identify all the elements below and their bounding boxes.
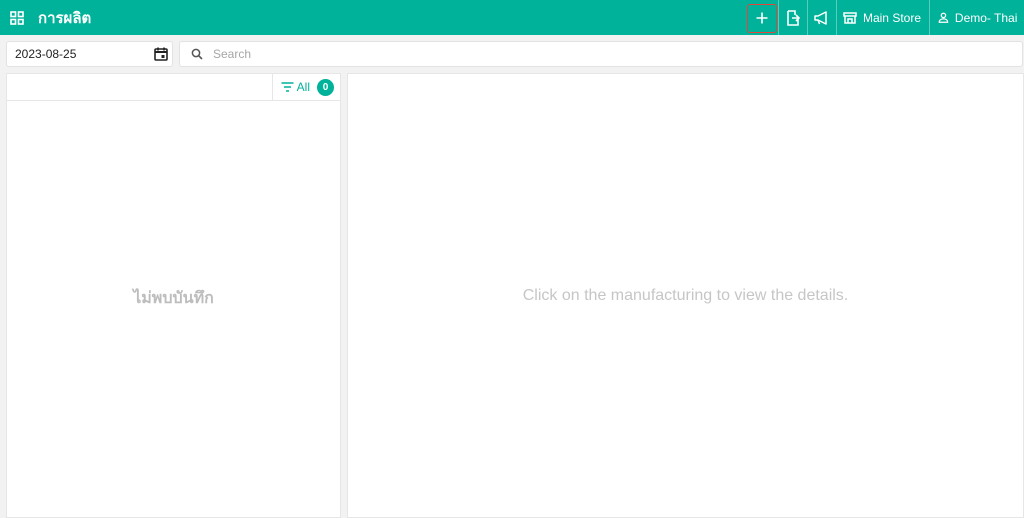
megaphone-icon xyxy=(814,10,827,25)
export-document-icon xyxy=(787,9,800,26)
filter-button[interactable]: All 0 xyxy=(271,74,340,100)
details-placeholder: Click on the manufacturing to view the d… xyxy=(522,287,849,304)
list-header: All 0 xyxy=(7,74,340,101)
export-button[interactable] xyxy=(777,0,807,35)
date-picker[interactable]: 2023-08-25 xyxy=(6,41,173,67)
page-title: การผลิต xyxy=(38,9,92,27)
empty-message: ไม่พบบันทึก xyxy=(133,290,214,307)
search-icon xyxy=(191,48,203,60)
calendar-icon[interactable] xyxy=(154,47,168,61)
add-button[interactable] xyxy=(746,0,778,35)
manufacturing-list-panel: All 0 ไม่พบบันทึก xyxy=(6,73,341,518)
user-icon xyxy=(938,12,949,23)
date-value: 2023-08-25 xyxy=(15,47,77,61)
filter-label: All xyxy=(296,80,310,94)
store-icon xyxy=(843,11,857,24)
search-field[interactable]: Search xyxy=(179,41,1023,67)
apps-grid-icon[interactable] xyxy=(0,0,34,35)
announcement-button[interactable] xyxy=(806,0,836,35)
details-panel: Click on the manufacturing to view the d… xyxy=(347,73,1024,518)
store-label: Main Store xyxy=(862,10,921,25)
count-badge: 0 xyxy=(317,78,334,96)
filter-icon xyxy=(281,82,294,92)
store-selector[interactable]: Main Store xyxy=(835,0,929,35)
top-bar: การผลิต Main Store Demo- Thail... xyxy=(0,0,1024,35)
highlight-box xyxy=(746,4,777,33)
user-label: Demo- Thail... xyxy=(954,10,1018,25)
search-input[interactable]: Search xyxy=(213,47,251,61)
user-menu[interactable]: Demo- Thail... xyxy=(929,0,1024,35)
